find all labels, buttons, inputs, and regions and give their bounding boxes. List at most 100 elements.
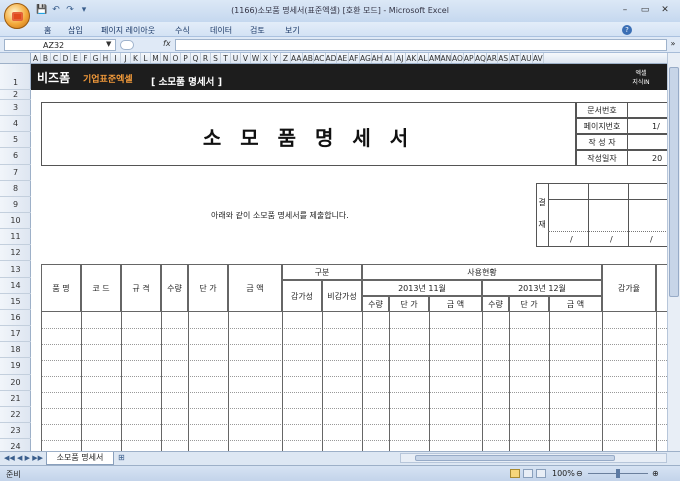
row-header[interactable]: 9 [0,197,31,214]
info-value[interactable] [628,102,667,118]
column-header[interactable]: U [231,53,241,63]
column-header[interactable]: AN [441,53,452,63]
column-header[interactable]: R [201,53,211,63]
column-header[interactable]: AH [372,53,383,63]
sheet-nav-icons[interactable]: ◀◀ ◀ ▶ ▶▶ [4,454,43,462]
horizontal-scrollbar[interactable] [400,453,667,463]
column-header[interactable]: AP [464,53,475,63]
column-header[interactable]: X [261,53,271,63]
tab-view[interactable]: 보기 [285,25,300,36]
tab-page-layout[interactable]: 페이지 레이아웃 [101,25,155,36]
tab-formulas[interactable]: 수식 [175,25,190,36]
column-header[interactable]: P [181,53,191,63]
row-header[interactable]: 20 [0,375,31,391]
column-header[interactable]: Z [281,53,291,63]
row-header[interactable]: 10 [0,213,31,230]
info-value[interactable] [628,134,667,150]
column-header[interactable]: A [31,53,41,63]
zoom-in-icon[interactable]: ⊕ [652,469,659,478]
column-header[interactable]: D [61,53,71,63]
page-layout-view-icon[interactable] [523,469,533,478]
vertical-scroll-thumb[interactable] [669,67,679,297]
select-all-button[interactable] [0,53,31,64]
row-header[interactable]: 2 [0,90,31,100]
column-header[interactable]: S [211,53,221,63]
column-header[interactable]: AT [510,53,521,63]
worksheet[interactable]: 비즈폼 기업표준엑셀 [ 소모품 명세서 ] 엑셀 지식IN 소 모 품 명 세… [31,64,667,451]
tab-insert[interactable]: 삽입 [68,25,83,36]
help-icon[interactable]: ? [622,25,632,35]
row-header[interactable]: 7 [0,165,31,181]
column-header[interactable]: AK [406,53,418,63]
zoom-slider-handle[interactable] [616,469,620,478]
column-header[interactable]: L [141,53,151,63]
zoom-level[interactable]: 100% [552,469,575,478]
minimize-button[interactable]: – [617,4,633,16]
column-header[interactable]: M [151,53,161,63]
column-header[interactable]: J [121,53,131,63]
row-header[interactable]: 15 [0,294,31,310]
row-header[interactable]: 17 [0,326,31,343]
insert-sheet-icon[interactable]: ⊞ [118,453,125,462]
column-header[interactable]: B [41,53,51,63]
column-header[interactable]: T [221,53,231,63]
column-header[interactable]: H [101,53,111,63]
tab-review[interactable]: 검토 [250,25,265,36]
tab-data[interactable]: 데이터 [210,25,232,36]
row-header[interactable]: 14 [0,278,31,294]
column-header[interactable]: AE [337,53,349,63]
column-header[interactable]: AC [314,53,326,63]
column-header[interactable]: AG [360,53,372,63]
column-header[interactable]: AR [487,53,498,63]
row-header[interactable]: 21 [0,391,31,407]
column-header[interactable]: C [51,53,61,63]
row-header[interactable]: 11 [0,229,31,246]
zoom-out-icon[interactable]: ⊖ [576,469,583,478]
column-header[interactable]: AF [349,53,360,63]
vertical-scrollbar[interactable] [667,53,680,451]
row-header[interactable]: 1 [0,64,31,90]
insert-function-button[interactable]: fx [163,39,171,48]
formula-zoom-handle[interactable] [120,40,134,50]
tab-home[interactable]: 홈 [44,25,51,36]
close-button[interactable]: ✕ [657,4,673,16]
page-break-view-icon[interactable] [536,469,546,478]
column-header[interactable]: I [111,53,121,63]
row-header[interactable]: 18 [0,342,31,359]
column-header[interactable]: K [131,53,141,63]
column-header[interactable]: O [171,53,181,63]
column-header[interactable]: AA [291,53,303,63]
row-header[interactable]: 16 [0,310,31,327]
normal-view-icon[interactable] [510,469,520,478]
column-header[interactable]: F [81,53,91,63]
column-header[interactable]: AM [429,53,441,63]
horizontal-scroll-thumb[interactable] [415,455,615,461]
sheet-tab-consumables[interactable]: 소모품 명세서 [46,452,114,465]
column-header[interactable]: AV [533,53,544,63]
row-header[interactable]: 4 [0,116,31,133]
info-value[interactable]: 1/ [628,118,667,134]
column-header[interactable]: AL [418,53,429,63]
column-header[interactable]: AU [521,53,533,63]
column-header[interactable]: AQ [475,53,487,63]
office-button[interactable] [4,3,30,29]
column-header[interactable]: Q [191,53,201,63]
row-header[interactable]: 19 [0,358,31,375]
chevron-down-icon[interactable]: ▼ [106,40,111,48]
column-header[interactable]: AB [303,53,314,63]
column-header[interactable]: AJ [395,53,406,63]
column-header[interactable]: AS [498,53,510,63]
row-header[interactable]: 23 [0,423,31,440]
row-header[interactable]: 8 [0,181,31,197]
row-header[interactable]: 5 [0,132,31,149]
maximize-button[interactable]: ▭ [637,4,653,16]
row-header[interactable]: 3 [0,100,31,117]
column-header[interactable]: AO [452,53,464,63]
row-header[interactable]: 22 [0,407,31,423]
column-header[interactable]: E [71,53,81,63]
column-header[interactable]: V [241,53,251,63]
formula-input[interactable] [175,39,667,51]
column-header[interactable]: AI [383,53,395,63]
row-header[interactable]: 6 [0,148,31,165]
column-header[interactable]: W [251,53,261,63]
